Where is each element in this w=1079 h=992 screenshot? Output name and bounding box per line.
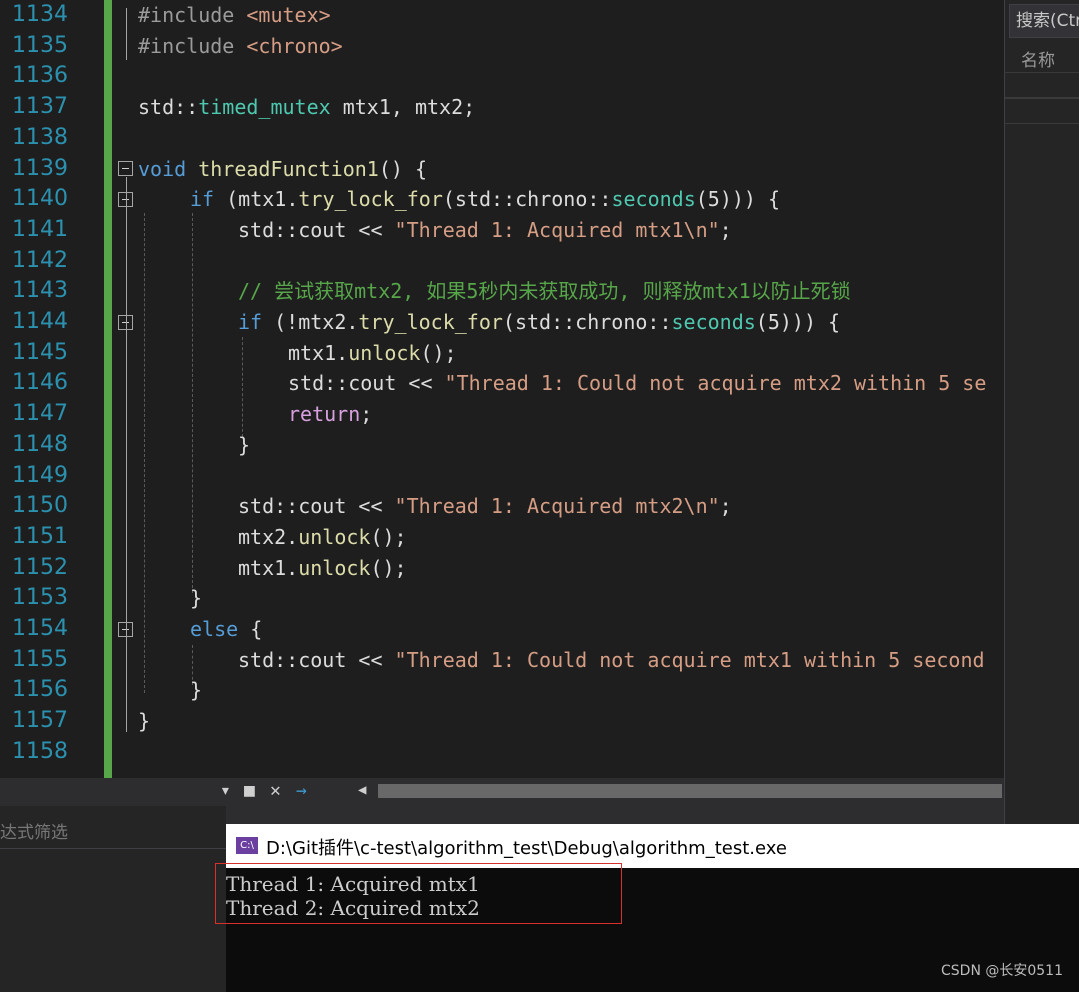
console-app-icon: C:\ xyxy=(236,837,258,854)
line-number: 1158 xyxy=(12,738,68,764)
code-line-1137: std::timed_mutex mtx1, mtx2; xyxy=(138,95,476,120)
fold-toggle-icon[interactable] xyxy=(118,161,133,176)
code-line-1150: std::cout << "Thread 1: Acquired mtx2\n"… xyxy=(238,494,732,519)
panel-separator xyxy=(0,848,226,849)
line-number: 1141 xyxy=(12,216,68,242)
code-line-1145: mtx1.unlock(); xyxy=(288,340,457,365)
line-number-gutter: 1134 1135 1136 1137 1138 1139 1140 1141 1142 1143… xyxy=(0,0,104,778)
highlight-box xyxy=(215,863,622,924)
line-number: 1157 xyxy=(12,708,68,734)
line-number: 1149 xyxy=(12,462,68,488)
code-line-1141: std::cout << "Thread 1: Acquired mtx1\n"… xyxy=(238,217,732,242)
indent-guide xyxy=(242,337,243,437)
solution-row[interactable] xyxy=(1005,72,1079,98)
line-number: 1137 xyxy=(12,94,68,120)
watermark: CSDN @长安0511 xyxy=(941,963,1063,979)
line-number: 1143 xyxy=(12,278,68,304)
solution-explorer-panel: 搜索(Ctr 名称 xyxy=(1004,0,1079,824)
line-number: 1147 xyxy=(12,401,68,427)
line-number: 1148 xyxy=(12,431,68,457)
solution-search-input[interactable]: 搜索(Ctr xyxy=(1009,4,1079,38)
line-number: 1144 xyxy=(12,309,68,334)
code-editor[interactable]: 1134 1135 1136 1137 1138 1139 1140 1141 1142 1143… xyxy=(0,0,1004,778)
watch-panel: 达式筛选 xyxy=(0,806,226,992)
line-number: 1156 xyxy=(12,677,68,703)
line-number: 1139 xyxy=(12,155,68,181)
code-line-1151: mtx2.unlock(); xyxy=(238,524,407,549)
console-title: D:\Git插件\c-test\algorithm_test\Debug\alg… xyxy=(266,838,787,859)
code-line-1156: } xyxy=(190,678,203,703)
code-line-1139: void threadFunction1() { xyxy=(138,156,428,181)
line-number: 1152 xyxy=(12,554,68,580)
code-line-1144: if (!mtx2.try_lock_for(std::chrono::seco… xyxy=(238,310,841,334)
code-line-1157: } xyxy=(138,709,151,734)
line-number: 1134 xyxy=(12,2,68,27)
code-line-1148: } xyxy=(238,432,251,457)
code-line-1147: return; xyxy=(288,402,373,427)
line-number: 1146 xyxy=(12,370,68,396)
fold-guide-line xyxy=(126,177,127,732)
line-number: 1138 xyxy=(12,124,68,150)
close-icon[interactable]: ✕ xyxy=(270,780,281,801)
line-number: 1140 xyxy=(12,186,68,212)
dropdown-arrow-icon[interactable]: ▾ xyxy=(220,780,231,801)
line-number: 1135 xyxy=(12,32,68,58)
solution-row[interactable] xyxy=(1005,98,1079,124)
line-number: 1154 xyxy=(12,616,68,641)
fold-guide-line xyxy=(126,8,127,60)
maximize-icon[interactable]: ■ xyxy=(244,780,255,801)
code-line-1135: #include <chrono> xyxy=(138,33,343,58)
navigate-forward-icon[interactable]: → xyxy=(296,780,307,801)
code-line-1155: std::cout << "Thread 1: Could not acquir… xyxy=(238,647,985,672)
code-line-1154: else { xyxy=(190,617,263,641)
line-number: 1155 xyxy=(12,646,68,672)
console-titlebar[interactable]: C:\ D:\Git插件\c-test\algorithm_test\Debug… xyxy=(226,824,1079,868)
horizontal-scrollbar[interactable]: ▾ ■ ✕ → ◀ xyxy=(0,778,1004,806)
code-line-1140: if (mtx1.try_lock_for(std::chrono::secon… xyxy=(190,187,781,212)
code-line-1153: } xyxy=(190,586,203,611)
change-tracking-bar xyxy=(104,0,112,778)
code-line-1152: mtx1.unlock(); xyxy=(238,555,407,580)
name-column-header[interactable]: 名称 xyxy=(1021,46,1055,71)
line-number: 1153 xyxy=(12,585,68,611)
indent-guide xyxy=(144,213,145,693)
code-line-1146: std::cout << "Thread 1: Could not acquir… xyxy=(288,371,987,396)
line-number: 1150 xyxy=(12,493,68,519)
line-number: 1142 xyxy=(12,247,68,273)
filter-label[interactable]: 达式筛选 xyxy=(0,818,68,843)
line-number: 1136 xyxy=(12,63,68,89)
scroll-left-icon[interactable]: ◀ xyxy=(358,782,366,798)
line-number: 1145 xyxy=(12,339,68,365)
code-area[interactable]: #include <mutex> #include <chrono> std::… xyxy=(112,0,1004,778)
indent-guide xyxy=(192,213,193,593)
scrollbar-thumb[interactable] xyxy=(378,784,1002,798)
code-line-1143: // 尝试获取mtx2, 如果5秒内未获取成功, 则释放mtx1以防止死锁 xyxy=(238,279,851,304)
line-number: 1151 xyxy=(12,523,68,549)
code-line-1134: #include <mutex> xyxy=(138,3,331,27)
